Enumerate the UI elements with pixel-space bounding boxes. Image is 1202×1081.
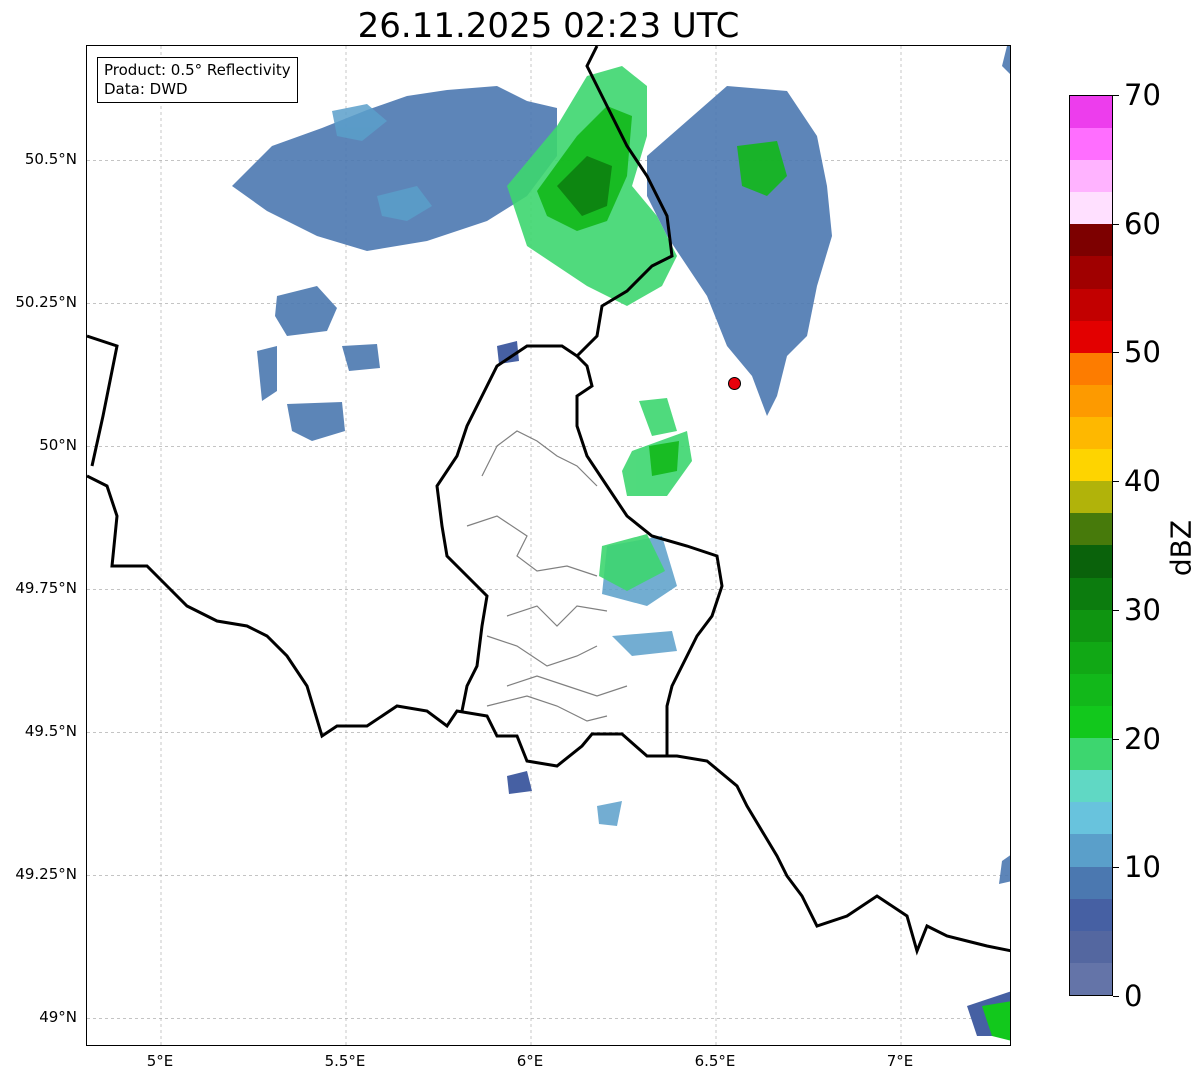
y-tick-label: 50.25°N xyxy=(15,293,77,312)
radar-map xyxy=(86,45,1011,1046)
data-source-label: Data: DWD xyxy=(104,80,188,98)
colorbar-segment xyxy=(1070,866,1112,899)
colorbar-segment xyxy=(1070,770,1112,803)
radar-map-canvas xyxy=(87,46,1010,1045)
colorbar-segment xyxy=(1070,641,1112,674)
colorbar-segment xyxy=(1070,384,1112,418)
colorbar-tick-mark xyxy=(1113,95,1119,96)
x-tick-label: 6.5°E xyxy=(694,1052,736,1070)
y-tick-label: 49°N xyxy=(39,1008,77,1027)
colorbar-tick-mark xyxy=(1113,481,1119,483)
colorbar-tick-label: 60 xyxy=(1124,206,1161,241)
colorbar-segment xyxy=(1070,352,1112,385)
colorbar-segment xyxy=(1070,898,1112,931)
colorbar-segment xyxy=(1070,288,1112,321)
colorbar-tick-label: 20 xyxy=(1124,721,1161,756)
colorbar-segment xyxy=(1070,160,1112,193)
colorbar-tick-label: 50 xyxy=(1124,335,1161,370)
x-tick-label: 6°E xyxy=(516,1052,544,1070)
colorbar-tick-label: 70 xyxy=(1124,78,1161,112)
x-tick-label: 5.5°E xyxy=(324,1052,366,1070)
location-marker xyxy=(728,376,741,390)
radar-echoes xyxy=(232,46,1010,1041)
colorbar-segment xyxy=(1070,417,1112,450)
colorbar-segment xyxy=(1070,802,1112,835)
colorbar-segment xyxy=(1070,609,1112,642)
colorbar-segment xyxy=(1070,256,1112,289)
colorbar-segment xyxy=(1070,706,1112,739)
y-tick-label: 50°N xyxy=(39,436,77,455)
y-tick-label: 50.5°N xyxy=(24,150,77,169)
y-tick-label: 49.75°N xyxy=(15,579,77,598)
colorbar-segment xyxy=(1070,930,1112,963)
colorbar-tick-mark xyxy=(1113,223,1119,225)
colorbar-segment xyxy=(1070,224,1112,257)
colorbar-segment xyxy=(1070,481,1112,514)
colorbar-tick-mark xyxy=(1113,996,1119,997)
colorbar-segment xyxy=(1070,834,1112,867)
colorbar-tick-mark xyxy=(1113,609,1119,611)
colorbar-segment xyxy=(1070,513,1112,546)
map-title: 26.11.2025 02:23 UTC xyxy=(357,6,740,46)
colorbar-segment xyxy=(1070,545,1112,578)
colorbar-tick-label: 40 xyxy=(1124,464,1161,499)
colorbar-segment xyxy=(1070,738,1112,771)
colorbar-tick-label: 10 xyxy=(1124,850,1161,885)
colorbar-segment xyxy=(1070,962,1112,995)
colorbar-segment xyxy=(1070,95,1112,129)
colorbar-segment xyxy=(1070,449,1112,482)
colorbar-segment xyxy=(1070,128,1112,161)
colorbar-segment xyxy=(1070,192,1112,225)
colorbar-tick-label: 0 xyxy=(1124,979,1143,1013)
y-tick-label: 49.25°N xyxy=(15,865,77,884)
colorbar-segment xyxy=(1070,673,1112,707)
colorbar-tick-label: 30 xyxy=(1124,592,1161,627)
y-tick-label: 49.5°N xyxy=(24,722,77,741)
colorbar xyxy=(1069,95,1113,996)
colorbar-segment xyxy=(1070,320,1112,353)
colorbar-tick-mark xyxy=(1113,867,1119,869)
colorbar-tick-mark xyxy=(1113,738,1119,740)
x-tick-label: 7°E xyxy=(886,1052,914,1070)
x-tick-label: 5°E xyxy=(146,1052,174,1070)
colorbar-segment xyxy=(1070,577,1112,610)
product-info-box: Product: 0.5° Reflectivity Data: DWD xyxy=(97,57,298,103)
product-label: Product: 0.5° Reflectivity xyxy=(104,61,291,79)
colorbar-label: dBZ xyxy=(1164,519,1198,577)
colorbar-tick-mark xyxy=(1113,352,1119,354)
